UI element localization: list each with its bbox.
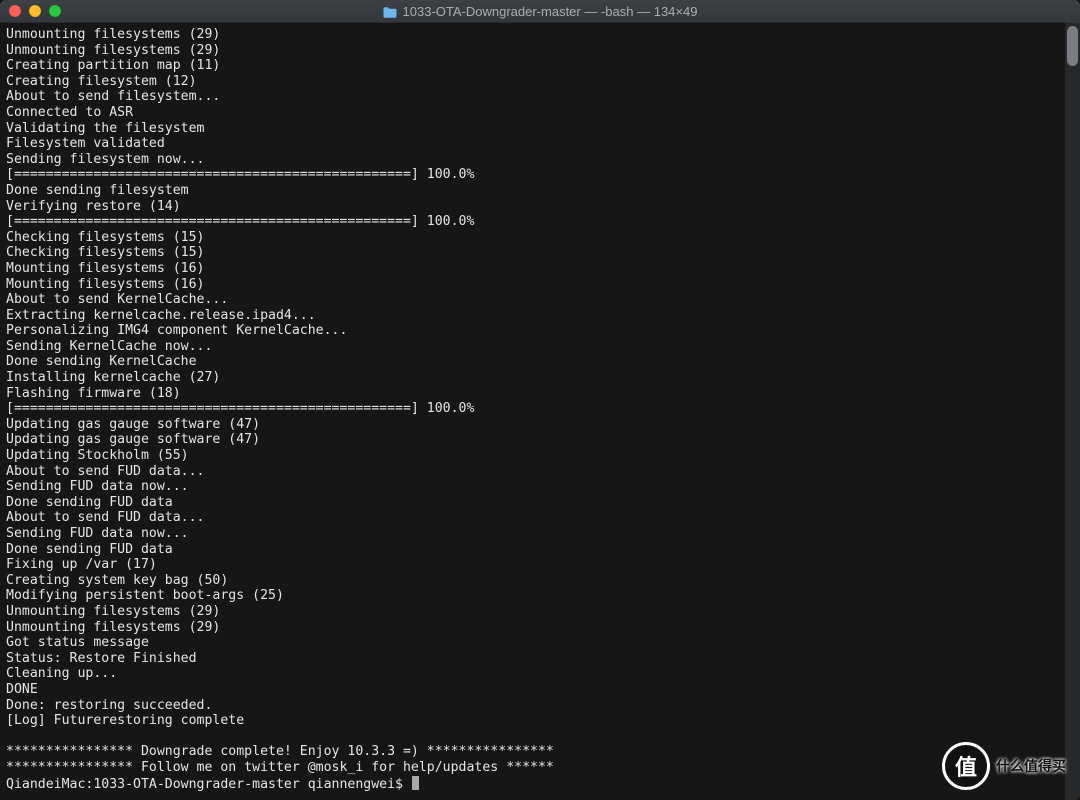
scrollbar-track[interactable] xyxy=(1065,22,1080,800)
window-controls xyxy=(0,5,61,17)
scrollbar-thumb[interactable] xyxy=(1067,26,1078,66)
watermark: 值 什么值得买 xyxy=(942,742,1066,790)
titlebar: 1033-OTA-Downgrader-master — -bash — 134… xyxy=(0,0,1080,23)
window-title: 1033-OTA-Downgrader-master — -bash — 134… xyxy=(0,4,1080,19)
terminal-output[interactable]: Unmounting filesystems (29) Unmounting f… xyxy=(0,23,1080,800)
shell-prompt[interactable]: QiandeiMac:1033-OTA-Downgrader-master qi… xyxy=(6,777,411,792)
window-title-text: 1033-OTA-Downgrader-master — -bash — 134… xyxy=(403,4,698,19)
watermark-badge: 值 xyxy=(942,742,990,790)
watermark-text: 什么值得买 xyxy=(996,756,1066,776)
zoom-icon[interactable] xyxy=(49,5,61,17)
close-icon[interactable] xyxy=(9,5,21,17)
folder-icon xyxy=(383,6,397,17)
minimize-icon[interactable] xyxy=(29,5,41,17)
cursor xyxy=(412,776,420,790)
terminal-window: 1033-OTA-Downgrader-master — -bash — 134… xyxy=(0,0,1080,800)
